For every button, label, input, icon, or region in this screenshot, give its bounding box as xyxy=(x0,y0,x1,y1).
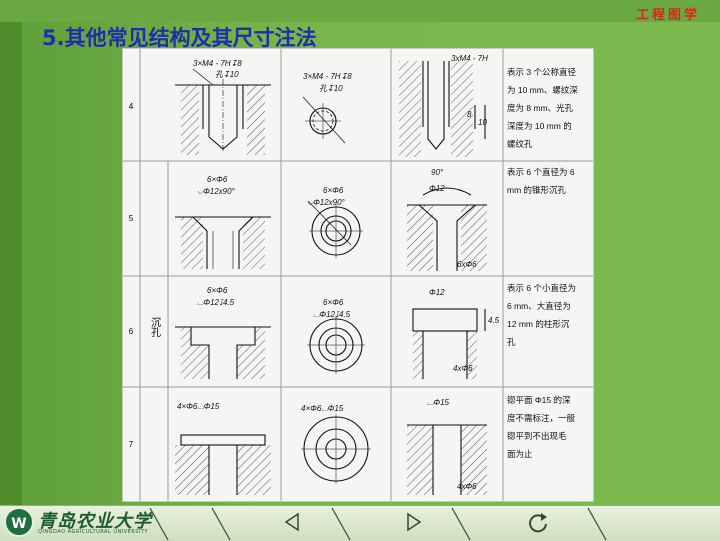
dim-text: 3×M4 - 7H↧8 xyxy=(193,59,242,68)
dim-text: 6×Φ6 xyxy=(207,286,228,295)
description-column: 表示 3 个公称直径 为 10 mm、螺纹深 度为 8 mm、光孔 深度为 10… xyxy=(507,67,578,459)
triangle-left-icon xyxy=(284,512,299,532)
left-decor-band xyxy=(0,0,22,540)
circular-arrow-icon xyxy=(529,513,547,533)
desc-line: 螺纹孔 xyxy=(507,139,533,149)
dim-text: 4×Φ6⌴Φ15 xyxy=(177,402,220,411)
dim-text: 孔↧10 xyxy=(319,84,343,93)
dim-text: 8 xyxy=(467,110,472,119)
top-decor-band xyxy=(0,0,720,22)
dim-text: 6×Φ6 xyxy=(323,298,344,307)
desc-line: mm 的锥形沉孔 xyxy=(507,185,567,195)
next-slide-button[interactable] xyxy=(400,508,428,536)
row-number: 6 xyxy=(129,327,134,336)
dim-text: Φ12 xyxy=(429,288,445,297)
row-number: 4 xyxy=(129,102,134,111)
desc-line: 深度为 10 mm 的 xyxy=(507,121,572,131)
desc-line: 度为 8 mm、光孔 xyxy=(507,103,574,113)
dim-text: 3×M4 - 7H↧8 xyxy=(303,72,352,81)
desc-line: 锪平面 Φ15 的深 xyxy=(507,395,571,405)
dim-text: ⌵Φ12x90° xyxy=(197,187,236,196)
dimension-table: 4 5 6 7 沉孔 3×M4 - 7H↧8 孔↧10 3×M4 - 7H↧8 … xyxy=(122,48,594,502)
desc-line: 锪平到不出现毛 xyxy=(507,431,567,441)
dim-text: ⌴Φ12↧4.5 xyxy=(313,310,351,319)
return-button[interactable] xyxy=(524,508,552,536)
desc-line: 面为止 xyxy=(507,449,533,459)
dim-text: 4xΦ6 xyxy=(453,364,473,373)
dim-text: 4×Φ6⌴Φ15 xyxy=(301,404,344,413)
row7-drawings xyxy=(175,414,487,495)
dim-text: 6xΦ6 xyxy=(457,260,477,269)
dim-text: 4xΦ6 xyxy=(457,482,477,491)
dim-text: 4.5 xyxy=(488,316,500,325)
desc-line: 表示 6 个直径为 6 xyxy=(507,167,575,177)
row-number: 5 xyxy=(129,214,134,223)
row6-drawings xyxy=(175,308,486,379)
desc-line: 表示 3 个公称直径 xyxy=(507,67,576,77)
desc-line: 6 mm、大直径为 xyxy=(507,301,571,311)
desc-line: 度不需标注，一般 xyxy=(507,413,576,423)
course-tag: 工程图学 xyxy=(635,8,700,23)
dim-text: 6×Φ6 xyxy=(323,186,344,195)
dim-text: ⌴Φ15 xyxy=(427,398,450,407)
dim-text: 6×Φ6 xyxy=(207,175,228,184)
triangle-right-icon xyxy=(407,512,422,532)
university-logo: W xyxy=(4,507,34,537)
dim-text: 10 xyxy=(478,118,487,127)
desc-line: 孔 xyxy=(507,337,516,347)
dimension-table-svg: 4 5 6 7 沉孔 3×M4 - 7H↧8 孔↧10 3×M4 - 7H↧8 … xyxy=(123,49,593,501)
dim-text: ⌵Φ12x90° xyxy=(307,198,346,207)
dim-text: 90° xyxy=(431,168,444,177)
dim-text: 3xM4 - 7H xyxy=(451,54,488,63)
university-name-en: QINGDAO AGRICULTURAL UNIVERSITY xyxy=(38,529,149,535)
group-label: 沉孔 xyxy=(149,316,161,338)
dim-text: ⌴Φ12↧4.5 xyxy=(197,298,235,307)
dim-text: Φ12 xyxy=(429,184,445,193)
desc-line: 为 10 mm、螺纹深 xyxy=(507,85,578,95)
row-number: 7 xyxy=(129,440,134,449)
desc-line: 12 mm 的柱形沉 xyxy=(507,319,570,329)
prev-slide-button[interactable] xyxy=(278,508,306,536)
dim-text: 孔↧10 xyxy=(215,70,239,79)
desc-line: 表示 6 个小直径为 xyxy=(507,283,576,293)
